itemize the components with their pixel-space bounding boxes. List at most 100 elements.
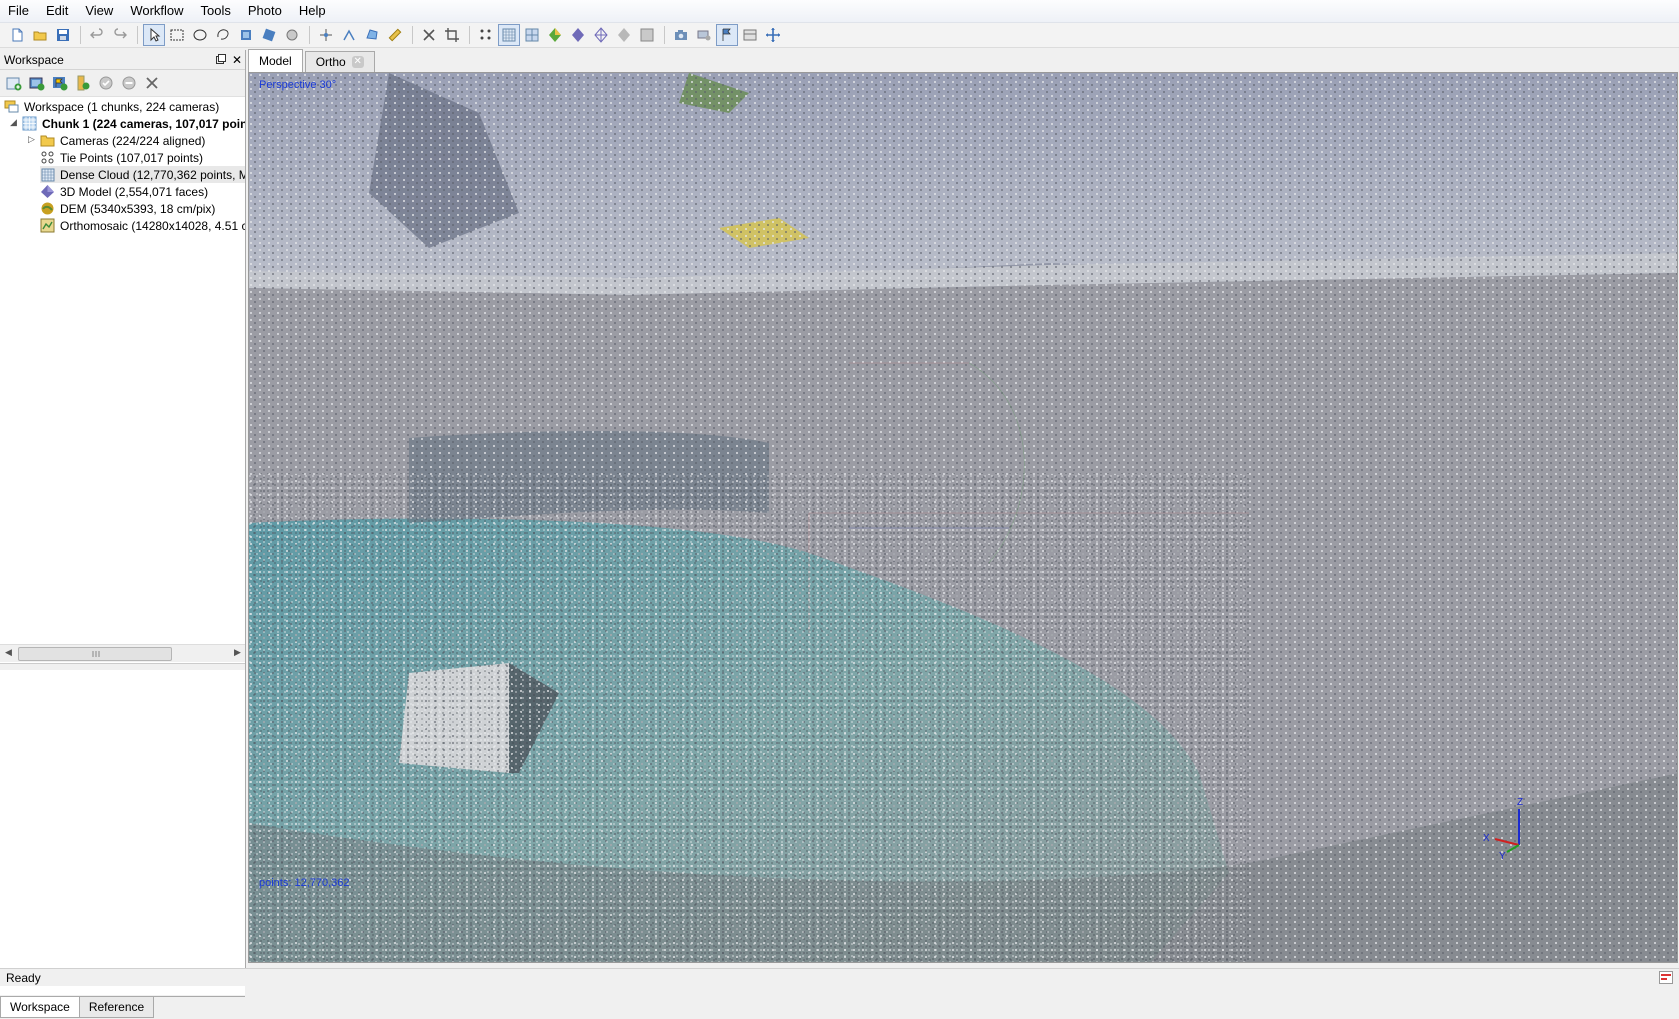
tree-item[interactable]: Orthomosaic (14280x14028, 4.51 c xyxy=(40,217,245,234)
tree-item-label: Tie Points (107,017 points) xyxy=(60,150,203,165)
dense-cloud-classes-icon[interactable] xyxy=(521,24,543,46)
tree-item[interactable]: 3D Model (2,554,071 faces) xyxy=(40,183,245,200)
undo-icon[interactable] xyxy=(86,24,108,46)
axis-y-label: Y xyxy=(1499,851,1506,862)
menu-bar: File Edit View Workflow Tools Photo Help xyxy=(0,0,1679,23)
draw-polygon-icon[interactable] xyxy=(361,24,383,46)
tab-model[interactable]: Model xyxy=(248,49,303,72)
tree-horizontal-scrollbar[interactable]: ◀ ▶ xyxy=(0,644,245,662)
show-markers-icon[interactable] xyxy=(716,24,738,46)
scrollbar-thumb[interactable] xyxy=(18,647,172,661)
chunk-icon xyxy=(22,116,37,131)
tab-reference[interactable]: Reference xyxy=(78,997,155,1018)
measure-icon[interactable] xyxy=(384,24,406,46)
status-text: Ready xyxy=(6,971,41,985)
add-shapes-icon[interactable] xyxy=(73,73,93,93)
show-region-icon[interactable] xyxy=(739,24,761,46)
add-marker-icon[interactable] xyxy=(315,24,337,46)
workspace-toolbar xyxy=(0,70,245,97)
new-icon[interactable] xyxy=(6,24,28,46)
tree-item-label: Dense Cloud (12,770,362 points, M xyxy=(60,167,245,182)
expand-cameras-icon[interactable]: ▷ xyxy=(28,134,35,145)
textured-icon[interactable] xyxy=(613,24,635,46)
menu-file[interactable]: File xyxy=(0,0,37,22)
navigation-icon[interactable] xyxy=(143,24,165,46)
properties-pane xyxy=(0,670,245,995)
status-bar: Ready xyxy=(0,968,1679,986)
toolbar-separator xyxy=(469,26,470,44)
point-cloud-icon[interactable] xyxy=(475,24,497,46)
menu-view[interactable]: View xyxy=(76,0,121,22)
tree-item-label: DEM (5340x5393, 18 cm/pix) xyxy=(60,201,216,216)
model-viewport[interactable]: Perspective 30° points: 12,770,362 Z X Y xyxy=(248,72,1678,963)
tree-item[interactable]: DEM (5340x5393, 18 cm/pix) xyxy=(40,200,245,217)
float-panel-icon[interactable] xyxy=(213,53,229,67)
circle-selection-icon[interactable] xyxy=(189,24,211,46)
shaded-icon[interactable] xyxy=(544,24,566,46)
scroll-right-icon[interactable]: ▶ xyxy=(234,647,241,658)
close-panel-icon[interactable]: ✕ xyxy=(229,53,245,67)
tab-ortho-label: Ortho xyxy=(315,55,346,69)
show-cameras-icon[interactable] xyxy=(693,24,715,46)
tree-item[interactable]: Dense Cloud (12,770,362 points, M xyxy=(40,166,245,183)
disable-icon[interactable] xyxy=(119,73,139,93)
workspace-title: Workspace xyxy=(4,52,64,67)
dense-cloud-icon[interactable] xyxy=(498,24,520,46)
add-chunk-icon[interactable] xyxy=(4,73,24,93)
enable-icon[interactable] xyxy=(96,73,116,93)
wireframe-icon[interactable] xyxy=(590,24,612,46)
rectangle-selection-icon[interactable] xyxy=(166,24,188,46)
dense-cloud-render xyxy=(249,73,1677,962)
remove-items-icon[interactable] xyxy=(142,73,162,93)
toolbar-separator xyxy=(664,26,665,44)
crop-selection-icon[interactable] xyxy=(441,24,463,46)
camera-icon[interactable] xyxy=(670,24,692,46)
collapse-chunk-icon[interactable]: ◢ xyxy=(10,117,17,128)
tab-workspace[interactable]: Workspace xyxy=(0,997,80,1018)
toolbar-separator xyxy=(309,26,310,44)
dense-cloud-icon xyxy=(40,167,55,182)
tree-item[interactable]: Tie Points (107,017 points) xyxy=(40,149,245,166)
menu-photo[interactable]: Photo xyxy=(239,0,290,22)
tiled-model-icon[interactable] xyxy=(636,24,658,46)
reset-view-icon[interactable] xyxy=(762,24,784,46)
tree-item-label: Cameras (224/224 aligned) xyxy=(60,133,206,148)
menu-tools[interactable]: Tools xyxy=(192,0,239,22)
rotate-region-icon[interactable] xyxy=(258,24,280,46)
workspace-icon xyxy=(4,99,19,114)
panel-tabs: Workspace Reference xyxy=(0,996,245,1019)
menu-workflow[interactable]: Workflow xyxy=(121,0,191,22)
toolbar-separator xyxy=(80,26,81,44)
add-markers-icon[interactable] xyxy=(50,73,70,93)
dem-icon xyxy=(40,201,55,216)
points-count-label: points: 12,770,362 xyxy=(259,877,350,889)
solid-icon[interactable] xyxy=(567,24,589,46)
tree-item-label: Chunk 1 (224 cameras, 107,017 points) xyxy=(42,116,245,131)
toolbar-separator xyxy=(137,26,138,44)
tree-item-label: Orthomosaic (14280x14028, 4.51 c xyxy=(60,218,245,233)
network-status-icon xyxy=(1659,971,1673,984)
tree-item[interactable]: Workspace (1 chunks, 224 cameras) xyxy=(4,98,245,115)
tab-model-label: Model xyxy=(259,54,292,68)
ruler-icon[interactable] xyxy=(338,24,360,46)
add-photos-icon[interactable] xyxy=(27,73,47,93)
menu-edit[interactable]: Edit xyxy=(37,0,76,22)
menu-help[interactable]: Help xyxy=(290,0,334,22)
axis-x-label: X xyxy=(1483,833,1490,844)
tree-item[interactable]: Cameras (224/224 aligned) xyxy=(40,132,245,149)
scroll-left-icon[interactable]: ◀ xyxy=(5,647,12,658)
tab-ortho[interactable]: Ortho ✕ xyxy=(304,51,375,72)
free-form-selection-icon[interactable] xyxy=(212,24,234,46)
open-icon[interactable] xyxy=(29,24,51,46)
resize-region-icon[interactable] xyxy=(235,24,257,46)
delete-selection-icon[interactable] xyxy=(418,24,440,46)
redo-icon[interactable] xyxy=(109,24,131,46)
axis-y-line xyxy=(1506,844,1520,853)
axes-gizmo: Z X Y xyxy=(1483,797,1523,862)
tree-item[interactable]: Chunk 1 (224 cameras, 107,017 points) xyxy=(22,115,245,132)
rotate-object-icon[interactable] xyxy=(281,24,303,46)
save-icon[interactable] xyxy=(52,24,74,46)
close-tab-icon[interactable]: ✕ xyxy=(351,56,364,68)
view-tabs: Model Ortho ✕ xyxy=(248,49,1679,72)
axis-x-line xyxy=(1494,838,1520,846)
